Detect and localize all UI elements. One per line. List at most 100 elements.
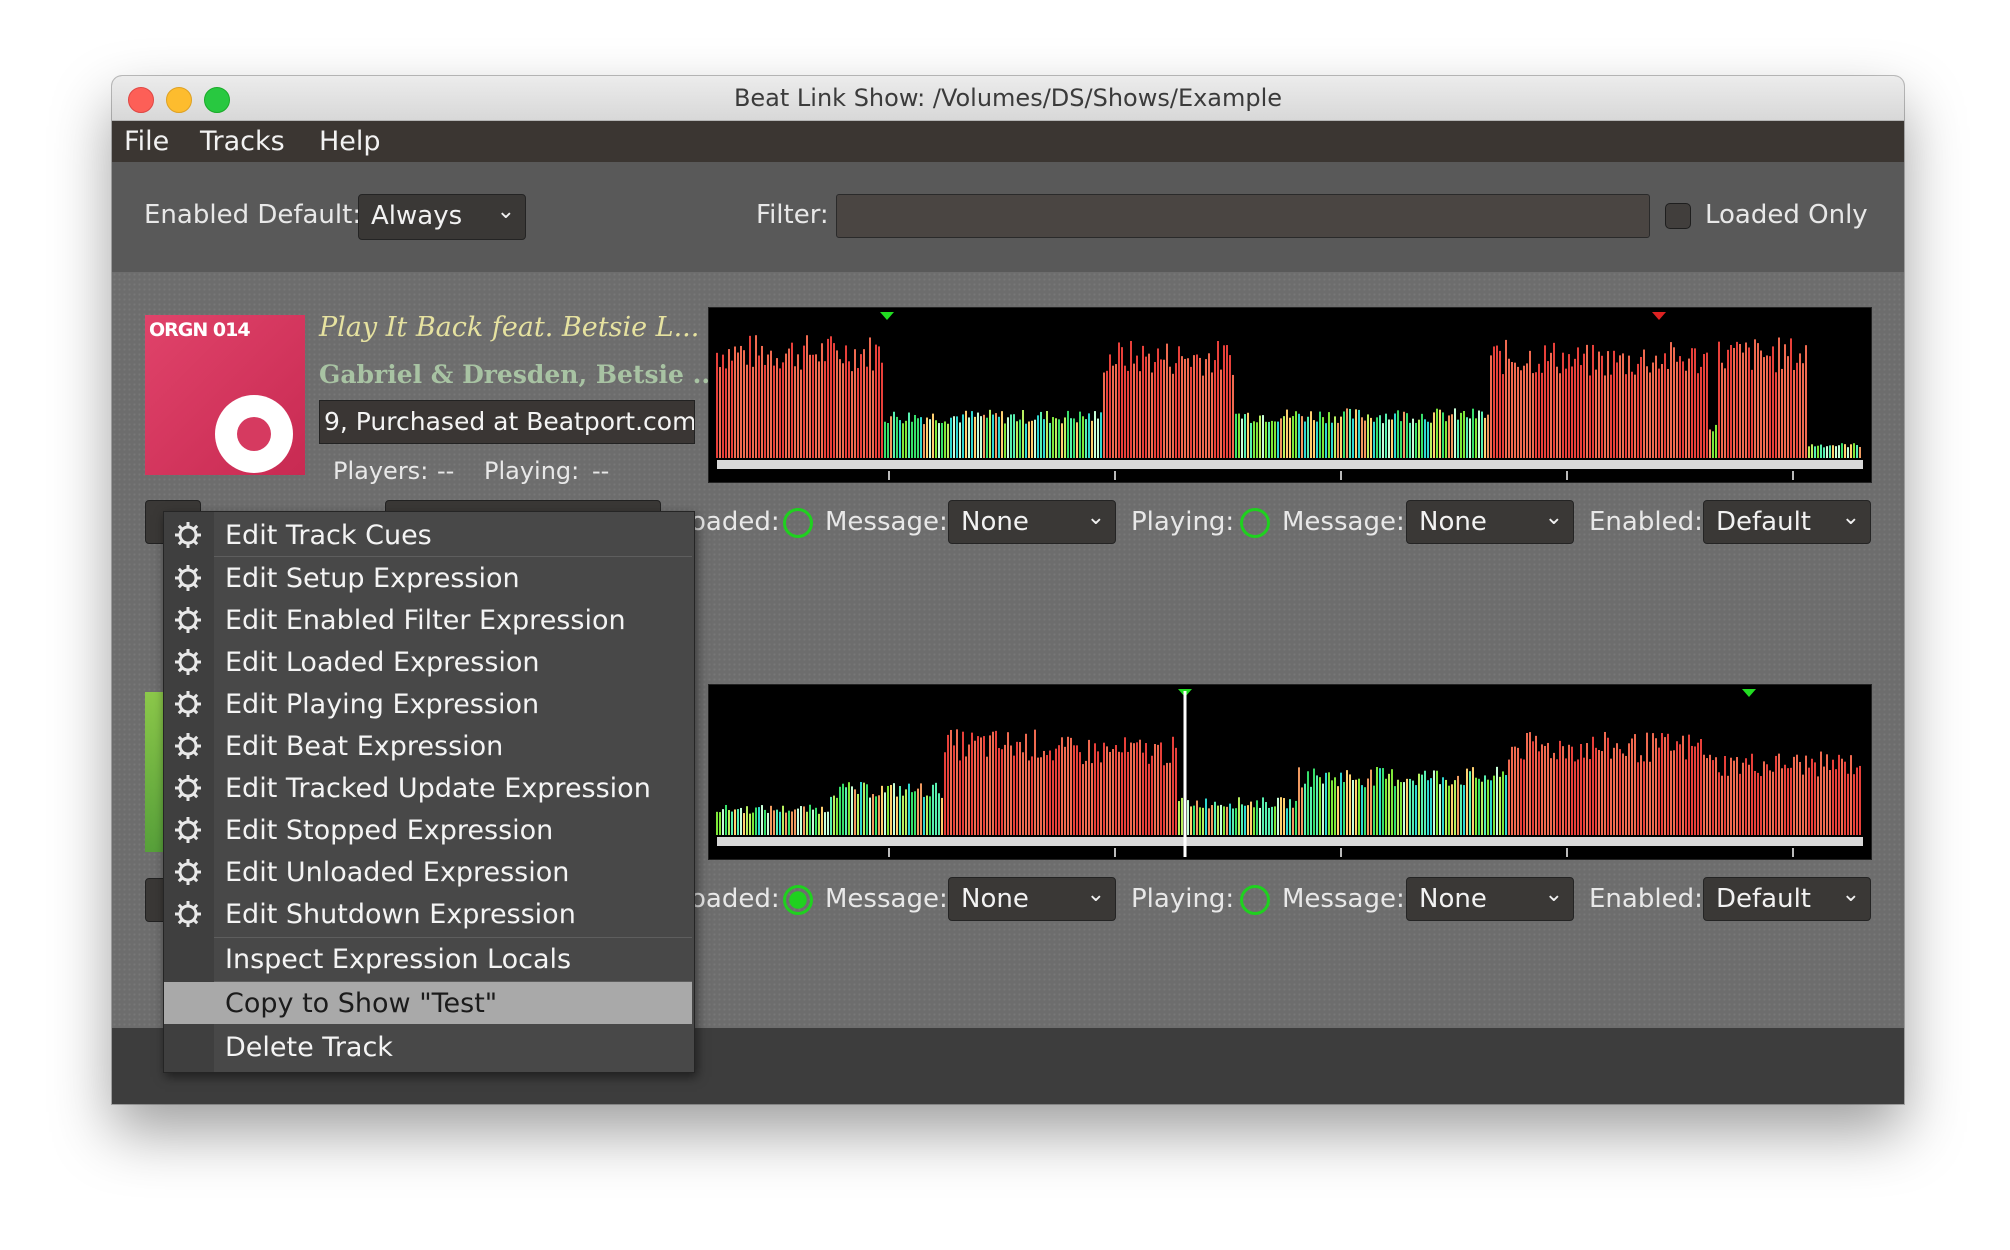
cue-marker <box>880 312 894 320</box>
gear-icon <box>174 564 202 592</box>
chevron-down-icon: ⌄ <box>496 199 515 224</box>
gear-icon <box>174 774 202 802</box>
waveform-track-bar <box>717 460 1863 469</box>
menu-item-label: Edit Beat Expression <box>225 731 504 762</box>
track-title: Play It Back feat. Betsie L... <box>319 312 700 343</box>
loaded-message-select[interactable]: None ⌄ <box>948 500 1116 544</box>
playing-indicator <box>1240 508 1270 538</box>
filter-label: Filter: <box>756 200 829 230</box>
gear-icon <box>174 521 202 549</box>
playing-message-value: None <box>1419 507 1487 537</box>
filter-input[interactable] <box>836 194 1650 238</box>
playing-message-label: Message: <box>1282 507 1405 537</box>
track-comment-text: 9, Purchased at Beatport.com <box>324 407 695 436</box>
album-art-logo-center <box>237 417 271 451</box>
gear-icon <box>174 648 202 676</box>
enabled-select[interactable]: Default ⌄ <box>1703 500 1871 544</box>
menu-item-label: Edit Track Cues <box>225 520 432 551</box>
enabled-value: Default <box>1716 884 1811 914</box>
loaded-label: oaded: <box>690 884 780 914</box>
playing-label: Playing: <box>484 457 580 485</box>
players-value: -- <box>437 457 455 485</box>
waveform-track-bar <box>717 837 1863 846</box>
waveform-graphic <box>716 689 1863 857</box>
track-context-menu: Edit Track Cues Edit Setup Expression Ed… <box>163 511 695 1073</box>
loaded-message-select[interactable]: None ⌄ <box>948 877 1116 921</box>
playing-message-value: None <box>1419 884 1487 914</box>
menu-bar: File Tracks Help <box>112 121 1904 162</box>
track-comment: 9, Purchased at Beatport.com <box>319 400 695 444</box>
menu-file[interactable]: File <box>124 126 169 157</box>
track-waveform[interactable] <box>708 307 1872 483</box>
chevron-down-icon: ⌄ <box>1086 882 1105 907</box>
menu-item-edit-stopped-expression[interactable]: Edit Stopped Expression <box>164 809 692 851</box>
gear-icon <box>174 858 202 886</box>
cue-marker <box>1652 312 1666 320</box>
menu-item-label: Edit Unloaded Expression <box>225 857 570 888</box>
track-waveform[interactable] <box>708 684 1872 860</box>
loaded-only-checkbox[interactable] <box>1665 203 1691 229</box>
album-art: ORGN 014 <box>145 315 305 475</box>
menu-item-edit-shutdown-expression[interactable]: Edit Shutdown Expression <box>164 893 692 935</box>
album-art <box>145 692 163 852</box>
menu-item-label: Delete Track <box>225 1032 393 1063</box>
loaded-message-label: Message: <box>825 884 948 914</box>
loaded-indicator <box>783 508 813 538</box>
enabled-label: Enabled: <box>1589 884 1703 914</box>
menu-item-label: Copy to Show "Test" <box>225 988 498 1019</box>
menu-item-label: Edit Setup Expression <box>225 563 520 594</box>
menu-item-inspect-expression-locals[interactable]: Inspect Expression Locals <box>164 938 692 980</box>
menu-item-edit-enabled-filter-expression[interactable]: Edit Enabled Filter Expression <box>164 599 692 641</box>
loaded-label: oaded: <box>690 507 780 537</box>
menu-item-edit-loaded-expression[interactable]: Edit Loaded Expression <box>164 641 692 683</box>
menu-item-copy-to-show[interactable]: Copy to Show "Test" <box>164 982 692 1024</box>
waveform-graphic <box>716 312 1863 480</box>
gear-icon <box>174 732 202 760</box>
menu-item-label: Edit Stopped Expression <box>225 815 554 846</box>
enabled-default-label: Enabled Default: <box>144 200 362 230</box>
enabled-value: Default <box>1716 507 1811 537</box>
track-artist: Gabriel & Dresden, Betsie ... <box>319 360 719 389</box>
loaded-indicator <box>783 885 813 915</box>
menu-item-edit-track-cues[interactable]: Edit Track Cues <box>164 514 692 556</box>
enabled-default-select[interactable]: Always ⌄ <box>358 194 526 240</box>
cue-marker <box>1742 689 1756 697</box>
playing-value: -- <box>592 457 610 485</box>
playing-state-label: Playing: <box>1131 884 1235 914</box>
menu-item-edit-setup-expression[interactable]: Edit Setup Expression <box>164 557 692 599</box>
gear-icon <box>174 690 202 718</box>
gear-icon <box>174 900 202 928</box>
playing-message-label: Message: <box>1282 884 1405 914</box>
window-title: Beat Link Show: /Volumes/DS/Shows/Exampl… <box>733 84 1283 112</box>
menu-item-edit-unloaded-expression[interactable]: Edit Unloaded Expression <box>164 851 692 893</box>
menu-item-edit-tracked-update-expression[interactable]: Edit Tracked Update Expression <box>164 767 692 809</box>
playing-message-select[interactable]: None ⌄ <box>1406 500 1574 544</box>
menu-item-label: Edit Loaded Expression <box>225 647 540 678</box>
menu-item-label: Inspect Expression Locals <box>225 944 572 975</box>
menu-help[interactable]: Help <box>319 126 381 157</box>
enabled-select[interactable]: Default ⌄ <box>1703 877 1871 921</box>
loaded-message-label: Message: <box>825 507 948 537</box>
playing-message-select[interactable]: None ⌄ <box>1406 877 1574 921</box>
loaded-message-value: None <box>961 507 1029 537</box>
loaded-only-label: Loaded Only <box>1705 200 1868 230</box>
menu-item-delete-track[interactable]: Delete Track <box>164 1026 692 1068</box>
gear-icon <box>174 816 202 844</box>
menu-item-label: Edit Enabled Filter Expression <box>225 605 626 636</box>
menu-item-edit-beat-expression[interactable]: Edit Beat Expression <box>164 725 692 767</box>
menu-item-edit-playing-expression[interactable]: Edit Playing Expression <box>164 683 692 725</box>
playing-state-label: Playing: <box>1131 507 1235 537</box>
menu-item-label: Edit Playing Expression <box>225 689 540 720</box>
album-art-text: ORGN 014 <box>149 319 251 341</box>
players-label: Players: <box>333 457 429 485</box>
chevron-down-icon: ⌄ <box>1086 505 1105 530</box>
loaded-message-value: None <box>961 884 1029 914</box>
enabled-label: Enabled: <box>1589 507 1703 537</box>
title-bar[interactable]: Beat Link Show: /Volumes/DS/Shows/Exampl… <box>112 76 1904 121</box>
gear-icon <box>174 606 202 634</box>
enabled-default-value: Always <box>371 201 463 231</box>
menu-tracks[interactable]: Tracks <box>200 126 285 157</box>
chevron-down-icon: ⌄ <box>1841 505 1860 530</box>
chevron-down-icon: ⌄ <box>1544 882 1563 907</box>
chevron-down-icon: ⌄ <box>1544 505 1563 530</box>
